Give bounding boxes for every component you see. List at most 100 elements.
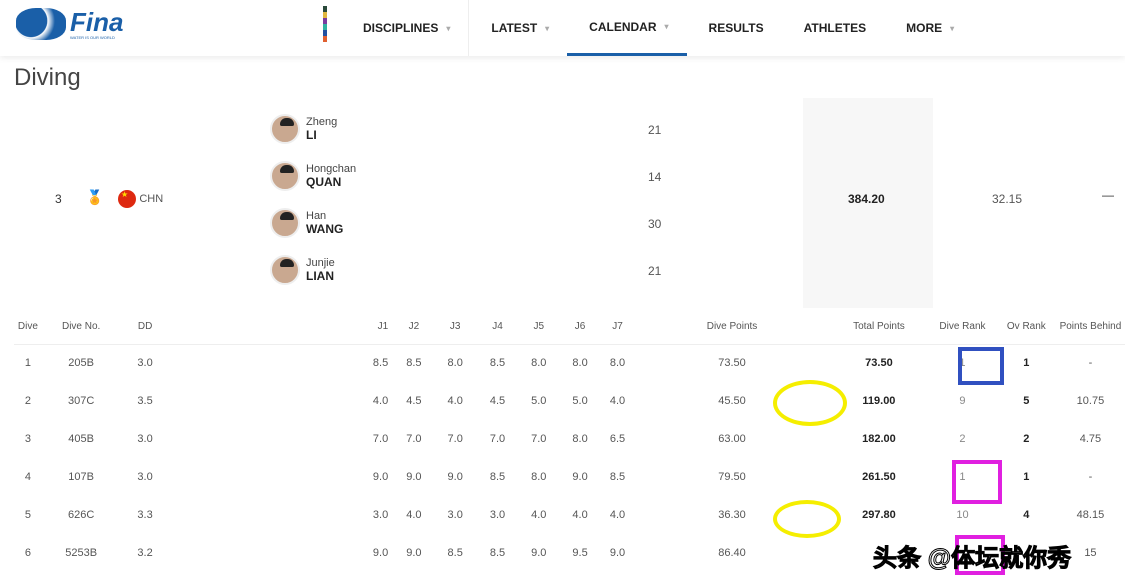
cell: 3.0: [137, 433, 153, 445]
last-name: WANG: [306, 222, 344, 236]
nav-latest[interactable]: LATEST ▾: [469, 0, 567, 56]
cell: 205B: [68, 357, 94, 370]
cell: 8.0: [572, 433, 588, 445]
avatar: [270, 208, 300, 238]
cell: 2: [959, 433, 966, 445]
highlight-box-magenta: [952, 460, 1002, 504]
cell: 8.5: [447, 547, 463, 559]
highlight-box-blue: [958, 347, 1004, 385]
cell: 4: [1023, 509, 1030, 521]
athlete-age: 30: [648, 217, 662, 231]
column-header[interactable]: DD: [120, 310, 170, 345]
last-name: QUAN: [306, 175, 342, 189]
column-header[interactable]: J7: [600, 310, 635, 345]
bronze-medal-icon: 🏅: [86, 189, 104, 205]
column-header[interactable]: Dive Points: [634, 310, 830, 345]
athlete[interactable]: Junjie LIAN: [270, 255, 335, 285]
cell: 8.0: [531, 357, 547, 370]
cell: 3.0: [372, 509, 389, 521]
column-header[interactable]: Points Behind: [1055, 310, 1125, 345]
column-header[interactable]: Total Points: [829, 310, 929, 345]
cell: 1: [24, 357, 31, 370]
cell: 73.50: [865, 357, 893, 370]
cell: 8.5: [489, 471, 506, 483]
column-header[interactable]: J5: [518, 310, 560, 345]
athlete-age: 14: [648, 170, 662, 184]
team-points-behind: 32.15: [992, 192, 1023, 206]
cell: 5: [1023, 395, 1030, 407]
cell: 307C: [68, 395, 95, 407]
column-header[interactable]: J4: [476, 310, 519, 345]
cell: 9.0: [447, 471, 463, 483]
cell: 4.0: [447, 395, 463, 407]
cell: 1: [1023, 471, 1030, 483]
nav-label: ATHLETES: [803, 21, 867, 35]
cell: 107B: [68, 471, 94, 483]
athlete[interactable]: Han WANG: [270, 208, 343, 238]
cell: 3.3: [137, 509, 153, 521]
country-code: CHN: [139, 193, 164, 206]
chevron-down-icon: ▾: [950, 23, 955, 33]
cell: 5: [24, 509, 31, 521]
table-row: 2 307C 3.5 4.0 4.5 4.0 4.5 5.0 5.0 4.0 45.50 119.00…: [14, 382, 1125, 420]
column-header[interactable]: J6: [559, 310, 601, 345]
cell: 7.0: [372, 433, 389, 445]
column-header[interactable]: J2: [394, 310, 434, 345]
cell: 4.0: [406, 509, 422, 521]
column-header[interactable]: Dive: [14, 310, 42, 345]
column-header[interactable]: Dive No.: [41, 310, 121, 345]
nav-calendar[interactable]: CALENDAR ▾: [567, 0, 687, 56]
cell: 8.0: [531, 471, 547, 483]
cell: 4.0: [609, 395, 626, 407]
cell: 7.0: [531, 433, 547, 445]
athlete[interactable]: Zheng LI: [270, 114, 337, 144]
nav-label: CALENDAR: [589, 19, 657, 34]
nav-disciplines[interactable]: DISCIPLINES ▾: [345, 0, 470, 56]
cell: 9.0: [531, 547, 547, 559]
cell: 3.0: [447, 509, 463, 521]
cell: 8.5: [372, 357, 389, 370]
cell: 2: [1023, 433, 1030, 445]
cell: 8.5: [609, 471, 626, 483]
column-header[interactable]: J1: [169, 310, 395, 345]
cell: 4.0: [609, 509, 626, 521]
chevron-down-icon: ▾: [446, 23, 451, 33]
cell: 626C: [68, 509, 95, 521]
cell: 4.0: [531, 509, 547, 521]
cell: 6.5: [609, 433, 626, 445]
athlete[interactable]: Hongchan QUAN: [270, 161, 356, 191]
column-header[interactable]: J3: [433, 310, 477, 345]
first-name: Junjie: [306, 257, 335, 269]
cell: 297.80: [862, 509, 896, 521]
team-rank: 3: [55, 192, 62, 206]
chevron-down-icon: ▾: [664, 22, 669, 31]
team-result-row: 3 🏅 CHN ZhengLI 21 HongchanQUAN 14 HanWANG 30…: [0, 98, 1125, 308]
cell: 9.0: [572, 471, 588, 483]
cell: 8.5: [406, 357, 422, 370]
cell: 9.0: [406, 547, 422, 559]
nav-label: MORE: [906, 21, 943, 35]
cell: 73.50: [718, 357, 746, 370]
cell: 6: [24, 547, 31, 559]
table-row: 3 405B 3.0 7.0 7.0 7.0 7.0 7.0 8.0 6.5 63.00 182.00…: [14, 420, 1125, 458]
nav-athletes[interactable]: ATHLETES: [782, 0, 884, 56]
cell: 261.50: [862, 471, 896, 483]
cell: 63.00: [718, 433, 746, 445]
collapse-toggle[interactable]: —: [1102, 188, 1114, 202]
cell: 5.0: [531, 395, 547, 407]
cell: 9.0: [372, 471, 389, 483]
cell: 9: [959, 395, 966, 407]
cell: 3.5: [137, 395, 153, 407]
fina-logo[interactable]: Fina WATER IS OUR WORLD: [16, 8, 123, 40]
cell: 5253B: [65, 547, 98, 559]
cell: 9.0: [406, 471, 422, 483]
cell: 4.0: [372, 395, 389, 407]
nav-results[interactable]: RESULTS: [687, 0, 782, 56]
first-name: Han: [306, 210, 327, 222]
china-flag-icon: [118, 190, 136, 208]
column-header[interactable]: Ov Rank: [996, 310, 1056, 345]
nav-more[interactable]: MORE ▾: [884, 0, 972, 56]
avatar: [270, 161, 300, 191]
column-header[interactable]: Dive Rank: [928, 310, 997, 345]
first-name: Zheng: [306, 116, 338, 128]
